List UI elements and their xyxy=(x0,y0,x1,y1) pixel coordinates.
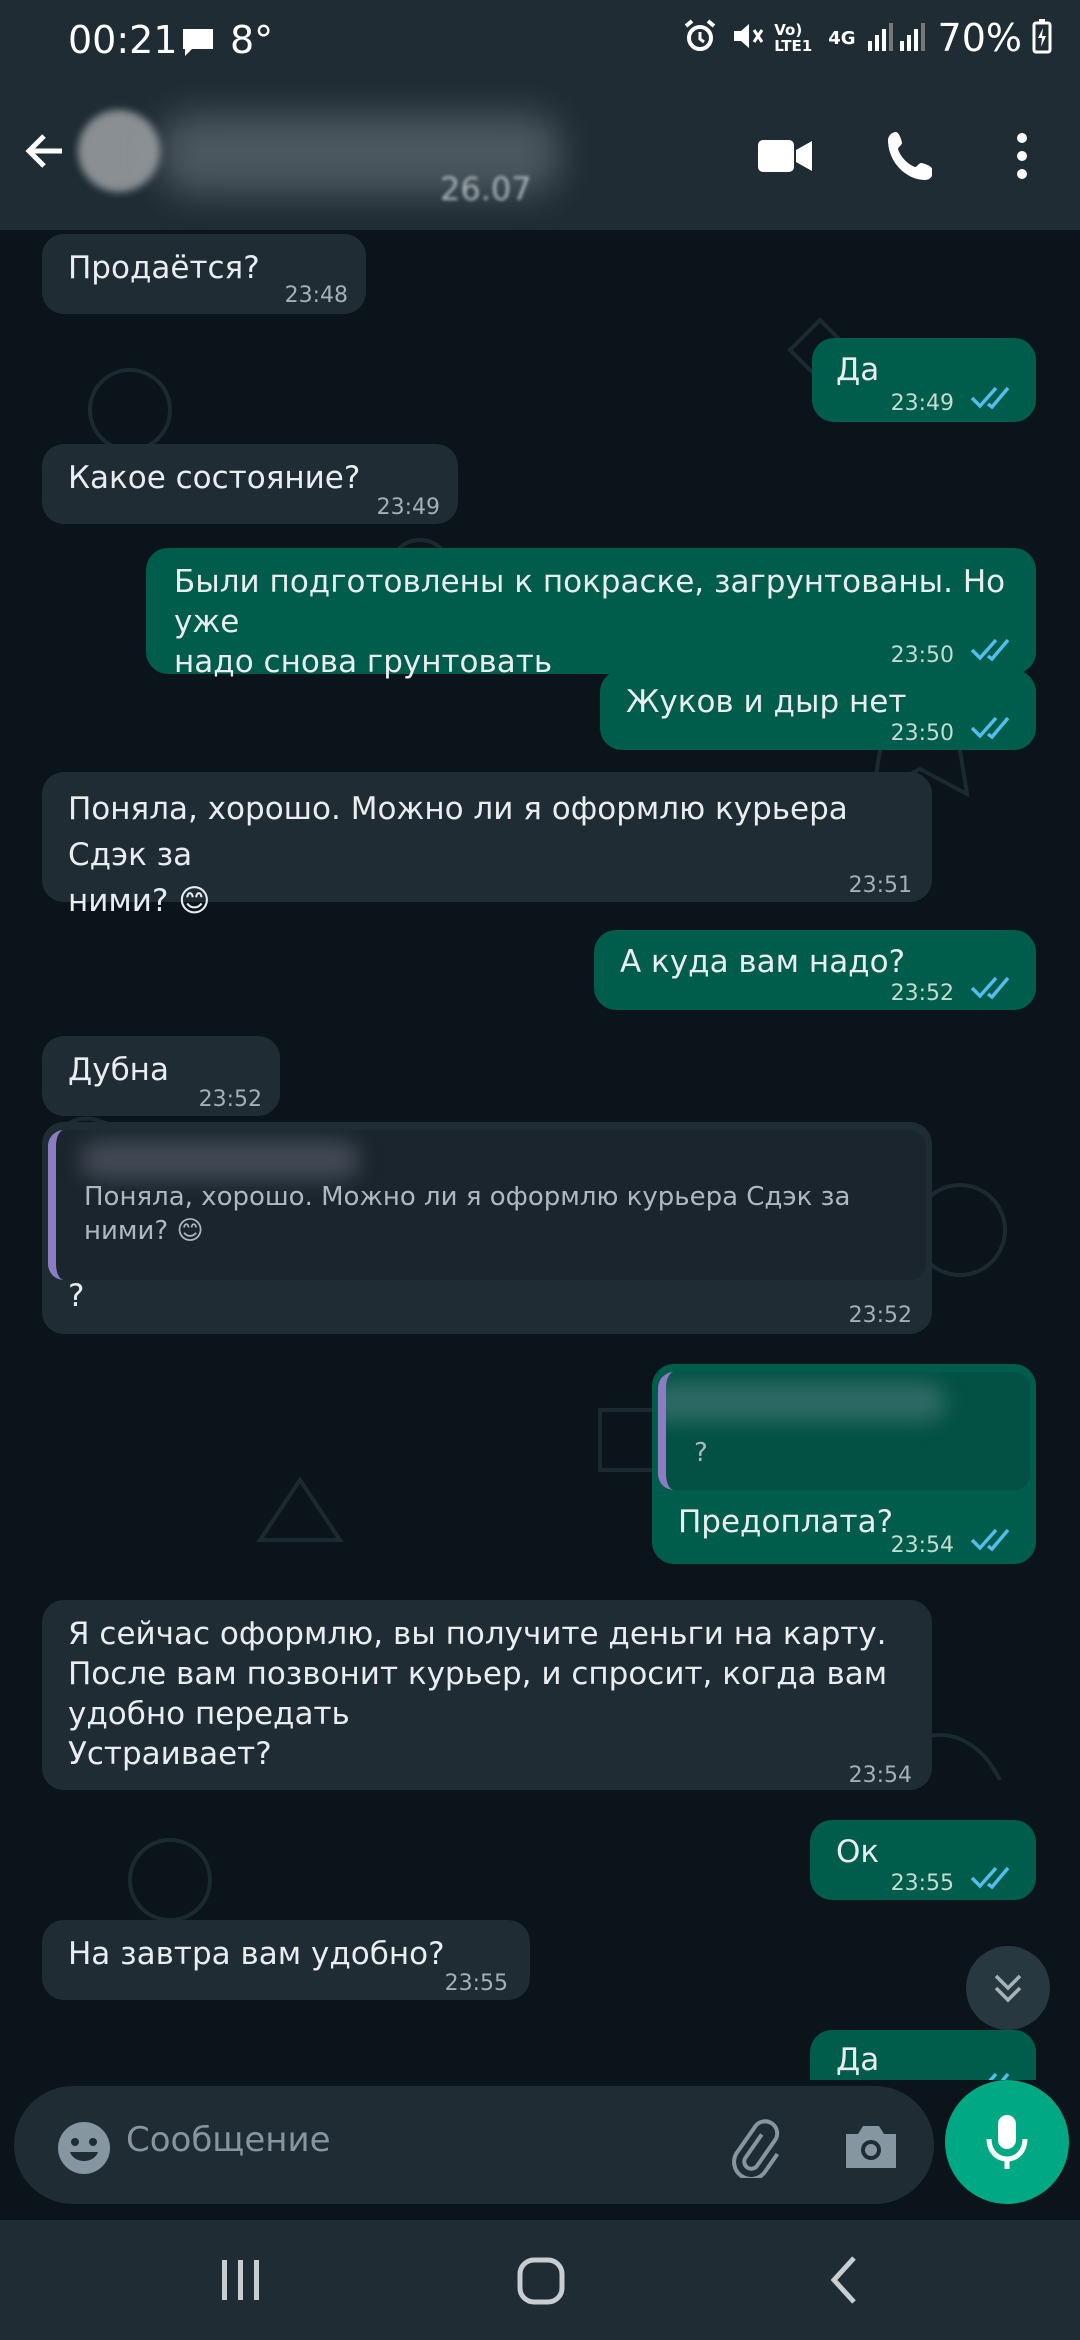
message-bubble-outgoing[interactable]: Жуков и дыр нет 23:50 xyxy=(600,670,1036,750)
camera-icon[interactable] xyxy=(842,2120,900,2176)
message-time: 23:48 xyxy=(284,283,348,308)
message-time: 23:51 xyxy=(848,873,912,898)
contact-subtitle: 26.07 xyxy=(440,170,532,208)
emoji-icon[interactable] xyxy=(56,2120,112,2180)
read-ticks-icon xyxy=(970,1528,1010,1552)
chat-area[interactable]: Продаётся? 23:48 Да 23:49 Какое состояни… xyxy=(0,230,1080,2080)
message-text: ? xyxy=(68,1278,85,1314)
message-text: Я сейчас оформлю, вы получите деньги на … xyxy=(68,1616,888,1772)
message-bubble-outgoing[interactable]: Ок 23:55 xyxy=(810,1820,1036,1900)
voice-record-button[interactable] xyxy=(945,2080,1069,2204)
scroll-to-bottom-button[interactable] xyxy=(966,1946,1050,2030)
message-bubble-incoming[interactable]: Какое состояние? 23:49 xyxy=(42,444,458,524)
read-ticks-icon xyxy=(970,638,1010,662)
message-time: 23:52 xyxy=(198,1087,262,1112)
message-bubble-outgoing[interactable]: Да 23:49 xyxy=(812,338,1036,422)
system-navigation-bar xyxy=(0,2220,1080,2340)
message-bubble-incoming-reply[interactable]: Поняла, хорошо. Можно ли я оформлю курье… xyxy=(42,1122,932,1334)
battery-charging-icon xyxy=(1032,18,1052,58)
quoted-message[interactable]: Поняла, хорошо. Можно ли я оформлю курье… xyxy=(48,1130,926,1280)
message-text: Да xyxy=(836,2042,880,2078)
message-time: 23:52 xyxy=(848,1303,912,1328)
message-time: 23:52 xyxy=(890,981,954,1006)
recent-apps-icon[interactable] xyxy=(216,2250,266,2314)
signal-icon xyxy=(866,19,928,57)
back-arrow-icon[interactable] xyxy=(18,124,72,182)
status-icons: Vo) LTE1 4G 70% xyxy=(682,16,1052,60)
network-type: 4G xyxy=(828,27,856,49)
message-text: Дубна xyxy=(68,1052,169,1088)
message-placeholder: Сообщение xyxy=(126,2120,331,2160)
message-time: 23:49 xyxy=(376,495,440,520)
mute-icon xyxy=(728,18,764,58)
message-time: 23:54 xyxy=(890,1533,954,1558)
read-ticks-icon xyxy=(970,1866,1010,1890)
message-bubble-incoming[interactable]: На завтра вам удобно? 23:55 xyxy=(42,1920,530,2000)
message-time: 23:54 xyxy=(848,1763,912,1788)
alarm-icon xyxy=(682,18,718,58)
volte-label: Vo) LTE1 xyxy=(774,21,813,55)
battery-level: 70% xyxy=(937,16,1022,60)
message-bubble-incoming[interactable]: Я сейчас оформлю, вы получите деньги на … xyxy=(42,1600,932,1790)
message-bubble-outgoing[interactable]: Да xyxy=(810,2030,1036,2080)
double-chevron-down-icon xyxy=(994,1974,1022,2003)
message-time: 23:55 xyxy=(890,1871,954,1896)
message-bubble-incoming[interactable]: Поняла, хорошо. Можно ли я оформлю курье… xyxy=(42,772,932,919)
microphone-icon xyxy=(986,2115,1028,2169)
message-time: 23:49 xyxy=(890,391,954,416)
avatar[interactable] xyxy=(78,110,160,192)
read-ticks-icon xyxy=(970,976,1010,1000)
message-bubble-outgoing[interactable]: Были подготовлены к покраске, загрунтова… xyxy=(146,548,1036,680)
status-bar: 00:21 8° Vo) LTE1 4G 70% xyxy=(0,0,1080,84)
home-icon[interactable] xyxy=(512,2250,572,2314)
status-time: 00:21 xyxy=(68,18,178,62)
quoted-author-blurred xyxy=(80,1140,360,1180)
read-ticks-icon xyxy=(970,716,1010,740)
quoted-author-blurred xyxy=(666,1382,946,1422)
quoted-text: Поняла, хорошо. Можно ли я оформлю курье… xyxy=(84,1182,851,1246)
message-text: Жуков и дыр нет xyxy=(626,684,907,720)
back-nav-icon[interactable] xyxy=(820,2250,870,2314)
quoted-message[interactable]: ? xyxy=(658,1372,1030,1490)
read-ticks-icon xyxy=(970,386,1010,410)
message-text: А куда вам надо? xyxy=(620,944,906,980)
message-text: Какое состояние? xyxy=(68,460,361,496)
more-options-icon[interactable] xyxy=(1010,128,1034,188)
voice-call-icon[interactable] xyxy=(884,128,940,188)
message-bubble-incoming[interactable]: Дубна 23:52 xyxy=(42,1036,280,1116)
message-bubble-incoming[interactable]: Продаётся? 23:48 xyxy=(42,234,366,314)
message-input[interactable]: Сообщение xyxy=(14,2086,934,2204)
message-text: Предоплата? xyxy=(678,1504,894,1540)
message-notification-icon xyxy=(180,26,216,62)
message-time: 23:50 xyxy=(890,721,954,746)
video-call-icon[interactable] xyxy=(756,128,814,188)
message-bubble-outgoing-reply[interactable]: ? Предоплата? 23:54 xyxy=(652,1364,1036,1564)
message-time: 23:55 xyxy=(444,1971,508,1996)
message-text: Продаётся? xyxy=(68,250,260,286)
chat-header: 26.07 xyxy=(0,84,1080,230)
read-ticks-icon xyxy=(988,2072,1010,2080)
quoted-text: ? xyxy=(694,1438,708,1468)
attach-icon[interactable] xyxy=(724,2118,784,2182)
message-bubble-outgoing[interactable]: А куда вам надо? 23:52 xyxy=(594,930,1036,1010)
message-text: Ок xyxy=(836,1834,880,1870)
message-text: Поняла, хорошо. Можно ли я оформлю курье… xyxy=(68,791,848,919)
message-text: На завтра вам удобно? xyxy=(68,1936,445,1972)
message-composer: Сообщение xyxy=(0,2080,1080,2220)
status-temperature: 8° xyxy=(230,18,274,62)
message-text: Да xyxy=(836,352,880,388)
